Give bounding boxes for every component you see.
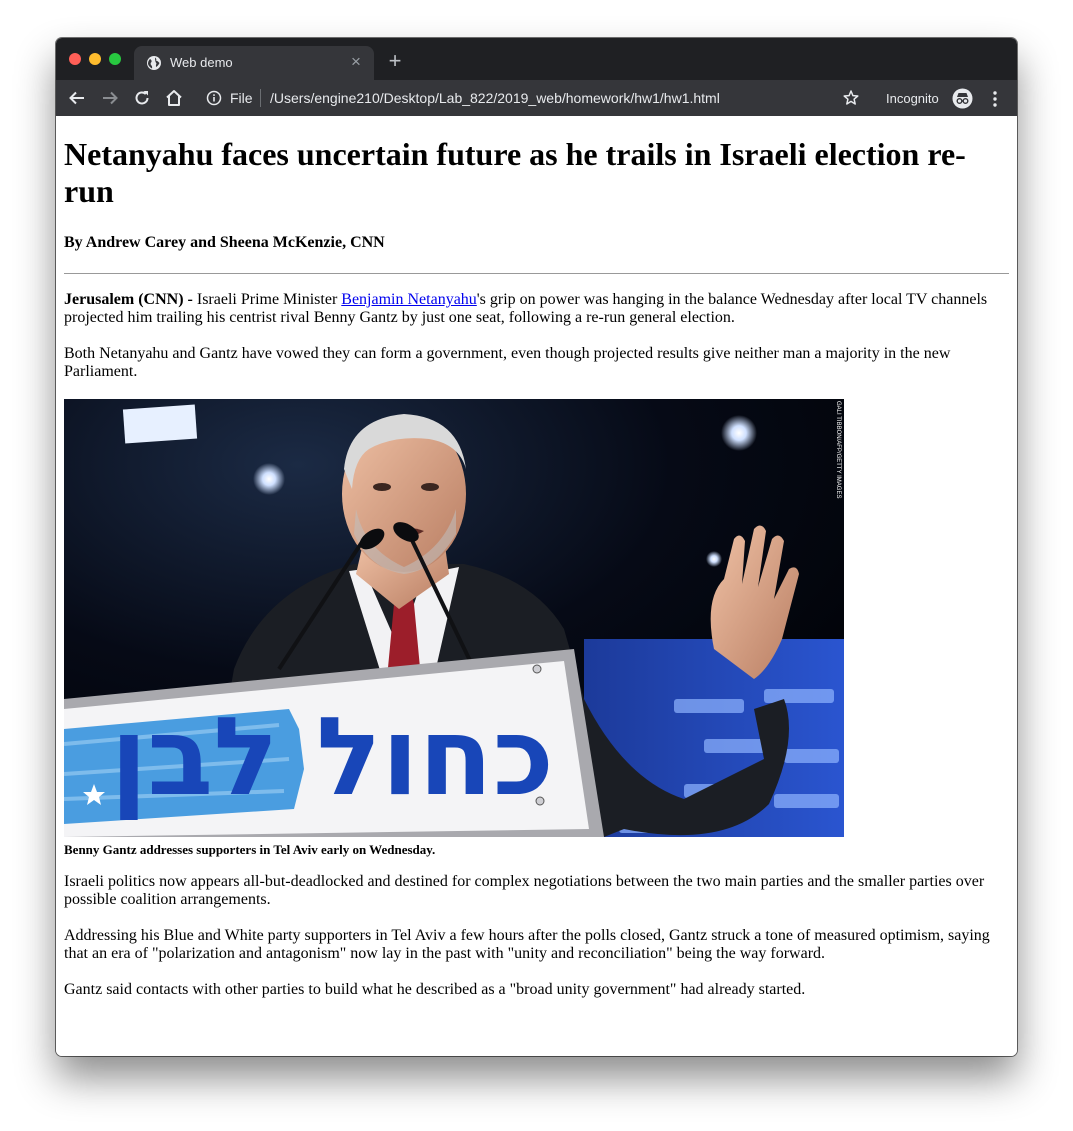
star-icon[interactable] xyxy=(842,89,860,107)
article-photo: כחול לבן GALI TIBBON/AFP/GETTY IMAGES xyxy=(64,399,844,837)
scheme-label: File xyxy=(230,90,253,106)
paragraph-3: Israeli politics now appears all-but-dea… xyxy=(64,873,985,908)
reload-icon[interactable] xyxy=(132,88,152,108)
paragraph-1: Jerusalem (CNN) - Israeli Prime Minister… xyxy=(64,291,1009,327)
divider xyxy=(64,273,1009,274)
home-icon[interactable] xyxy=(164,88,184,108)
zoom-window-button[interactable] xyxy=(109,53,121,65)
banner-text: כחול לבן xyxy=(110,695,554,820)
back-arrow-icon[interactable] xyxy=(67,88,87,108)
paragraph-5: Gantz said contacts with other parties t… xyxy=(64,981,806,998)
close-icon[interactable]: × xyxy=(348,53,364,70)
article-byline: By Andrew Carey and Sheena McKenzie, CNN xyxy=(64,234,385,251)
paragraph-2: Both Netanyahu and Gantz have vowed they… xyxy=(64,345,951,380)
tab-strip: Web demo × + xyxy=(56,38,1017,80)
tab-title: Web demo xyxy=(170,55,233,70)
netanyahu-link[interactable]: Benjamin Netanyahu xyxy=(341,291,477,308)
browser-toolbar: File /Users/engine210/Desktop/Lab_822/20… xyxy=(56,80,1017,116)
tab-web-demo[interactable]: Web demo × xyxy=(134,46,374,80)
address-bar[interactable]: File /Users/engine210/Desktop/Lab_822/20… xyxy=(202,83,872,113)
forward-arrow-icon[interactable] xyxy=(100,88,120,108)
photo-credit: GALI TIBBON/AFP/GETTY IMAGES xyxy=(835,401,841,499)
globe-icon xyxy=(146,55,162,71)
kebab-menu-icon[interactable] xyxy=(990,90,1000,108)
browser-window: Web demo × + File /Users/engine210/Deskt… xyxy=(56,38,1017,1056)
dateline: Jerusalem (CNN) - xyxy=(64,291,193,308)
page-viewport: Netanyahu faces uncertain future as he t… xyxy=(56,116,1017,1056)
url-text[interactable]: /Users/engine210/Desktop/Lab_822/2019_we… xyxy=(270,90,720,106)
plus-icon[interactable]: + xyxy=(386,50,404,72)
paragraph-1-text-a: Israeli Prime Minister xyxy=(192,291,342,308)
info-icon[interactable] xyxy=(206,90,222,106)
incognito-label[interactable]: Incognito xyxy=(886,92,939,106)
article-headline: Netanyahu faces uncertain future as he t… xyxy=(64,136,966,209)
minimize-window-button[interactable] xyxy=(89,53,101,65)
paragraph-4: Addressing his Blue and White party supp… xyxy=(64,927,990,962)
omnibox-divider xyxy=(260,89,261,107)
article: Netanyahu faces uncertain future as he t… xyxy=(64,116,1009,999)
photo-caption: Benny Gantz addresses supporters in Tel … xyxy=(64,842,436,857)
close-window-button[interactable] xyxy=(69,53,81,65)
incognito-icon[interactable] xyxy=(952,88,973,109)
